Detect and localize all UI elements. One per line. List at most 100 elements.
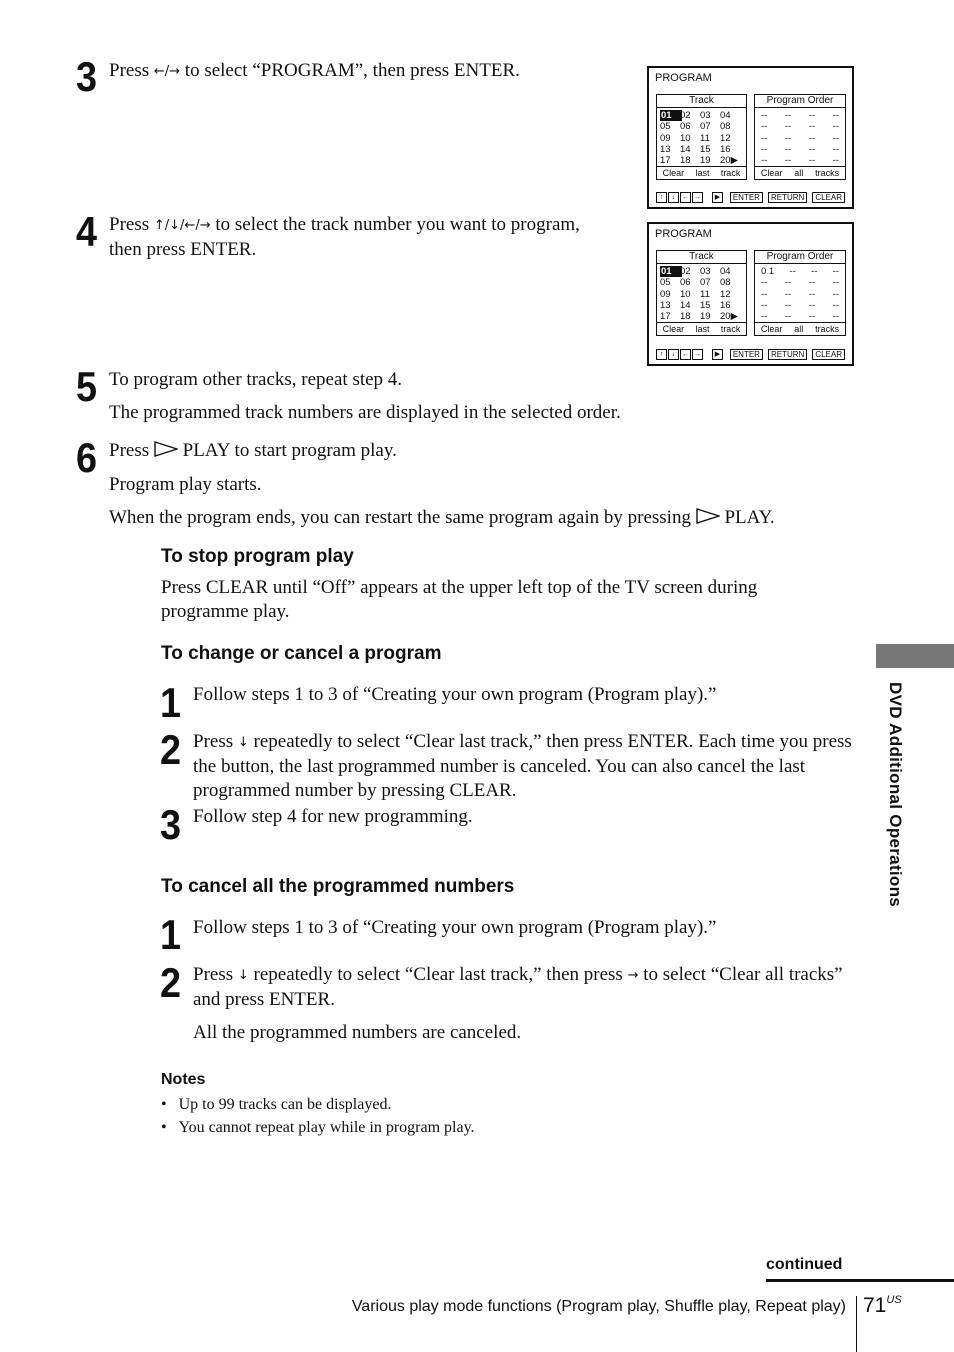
track-number: 10 [680, 288, 691, 300]
clear-all-tracks-option[interactable]: Clear all tracks [755, 322, 845, 335]
order-slot: -- [808, 311, 816, 323]
program-order-header: Program Order [755, 95, 845, 108]
track-cell[interactable]: 07 [700, 277, 720, 288]
track-cell[interactable]: 02 [680, 110, 700, 121]
track-cell[interactable]: 18 [680, 155, 700, 166]
track-number: 16 [720, 143, 731, 155]
track-cell[interactable]: 17 [660, 155, 680, 166]
track-cell[interactable]: 10 [680, 133, 700, 144]
track-cell[interactable]: 01 [660, 266, 682, 278]
track-row: 13 14 15 16 [660, 300, 743, 311]
track-number: 06 [680, 277, 691, 289]
track-row: 09 10 11 12 [660, 289, 743, 300]
enter-button[interactable]: ENTER [729, 348, 763, 360]
order-row: -- -- -- -- [761, 133, 839, 144]
enter-button[interactable]: ENTER [729, 191, 763, 203]
return-button[interactable]: RETURN [767, 348, 808, 360]
track-cell[interactable]: 09 [660, 133, 680, 144]
clear-all-tracks-option[interactable]: Clear all tracks [755, 166, 845, 179]
order-slot: -- [832, 121, 839, 133]
track-row: 13 14 15 16 [660, 144, 743, 155]
down-arrow-icon: ↓ [237, 735, 249, 750]
bullet: • [161, 1119, 167, 1136]
track-cell[interactable]: 19 [700, 311, 720, 322]
track-cell[interactable]: 04 [720, 266, 740, 277]
track-cell[interactable]: 05 [660, 121, 680, 132]
track-cell[interactable]: 11 [700, 289, 720, 300]
track-cell[interactable]: 01 [660, 110, 682, 122]
track-number: 07 [700, 277, 711, 289]
track-row: 01 02 03 04 [660, 110, 743, 122]
track-number: 20▶ [720, 155, 738, 167]
track-cell[interactable]: 07 [700, 121, 720, 132]
track-cell[interactable]: 12 [720, 289, 740, 300]
order-slot: -- [832, 110, 839, 121]
order-row: -- -- -- -- [761, 155, 839, 166]
step-6-text: Press PLAY to start program play. [109, 439, 397, 463]
track-cell[interactable]: 03 [700, 266, 720, 277]
order-slot: -- [811, 266, 818, 277]
order-slot: -- [808, 288, 816, 300]
clear-button[interactable]: CLEAR [812, 348, 845, 360]
track-cell[interactable]: 12 [720, 133, 740, 144]
track-cell[interactable]: 20▶ [720, 311, 740, 322]
track-cell[interactable]: 16 [720, 300, 740, 311]
track-number: 09 [660, 132, 671, 144]
order-slot: -- [789, 266, 796, 277]
track-cell[interactable]: 11 [700, 133, 720, 144]
track-cell[interactable]: 14 [680, 144, 700, 155]
track-number: 14 [680, 299, 691, 311]
track-cell[interactable]: 06 [680, 121, 700, 132]
track-row: 17 18 19 20▶ [660, 311, 743, 322]
track-cell[interactable]: 15 [700, 300, 720, 311]
order-slot: -- [832, 299, 839, 311]
track-cell[interactable]: 15 [700, 144, 720, 155]
track-cell[interactable]: 10 [680, 289, 700, 300]
order-slot: -- [808, 121, 816, 133]
section-heading-change: To change or cancel a program [161, 643, 442, 664]
clear-last-track-option[interactable]: Clear last track [657, 322, 746, 335]
track-number: 08 [720, 277, 731, 289]
change-step-3-text: Follow step 4 for new programming. [193, 806, 473, 827]
order-slot: -- [832, 132, 839, 144]
track-panel: Track 01 02 03 04 05 06 07 08 09 10 11 12 13 14 15 16 17 1… [656, 94, 747, 180]
osd-title: PROGRAM [655, 72, 712, 84]
order-slot: -- [808, 155, 816, 167]
track-cell[interactable]: 09 [660, 289, 680, 300]
track-cell[interactable]: 08 [720, 121, 740, 132]
option-word: last [695, 168, 710, 178]
track-number: 19 [700, 155, 711, 167]
cancel-step-1-text: Follow steps 1 to 3 of “Creating your ow… [193, 917, 717, 938]
order-row: -- -- -- -- [761, 300, 839, 311]
track-cell[interactable]: 16 [720, 144, 740, 155]
track-cell[interactable]: 08 [720, 277, 740, 288]
track-cell[interactable]: 05 [660, 277, 680, 288]
option-word: tracks [815, 324, 840, 334]
track-number: 04 [720, 110, 731, 121]
option-word: all [794, 324, 804, 334]
step-number: 1 [160, 911, 181, 958]
track-cell[interactable]: 13 [660, 144, 680, 155]
order-slot: -- [832, 311, 839, 323]
track-cell[interactable]: 18 [680, 311, 700, 322]
track-cell[interactable]: 20▶ [720, 155, 740, 166]
order-slot: -- [808, 132, 816, 144]
order-row: -- -- -- -- [761, 311, 839, 322]
order-row: -- -- -- -- [761, 277, 839, 288]
track-panel-header: Track [657, 251, 746, 264]
track-cell[interactable]: 19 [700, 155, 720, 166]
track-cell[interactable]: 04 [720, 110, 740, 121]
track-cell[interactable]: 14 [680, 300, 700, 311]
step-number: 5 [76, 363, 97, 410]
footer-divider [856, 1296, 857, 1352]
track-cell[interactable]: 17 [660, 311, 680, 322]
track-cell[interactable]: 06 [680, 277, 700, 288]
track-cell[interactable]: 02 [680, 266, 700, 277]
clear-button[interactable]: CLEAR [812, 191, 845, 203]
return-button[interactable]: RETURN [767, 191, 808, 203]
order-slot: -- [784, 288, 792, 300]
clear-last-track-option[interactable]: Clear last track [657, 166, 746, 179]
text: Press [109, 214, 154, 235]
track-cell[interactable]: 03 [700, 110, 720, 121]
track-cell[interactable]: 13 [660, 300, 680, 311]
